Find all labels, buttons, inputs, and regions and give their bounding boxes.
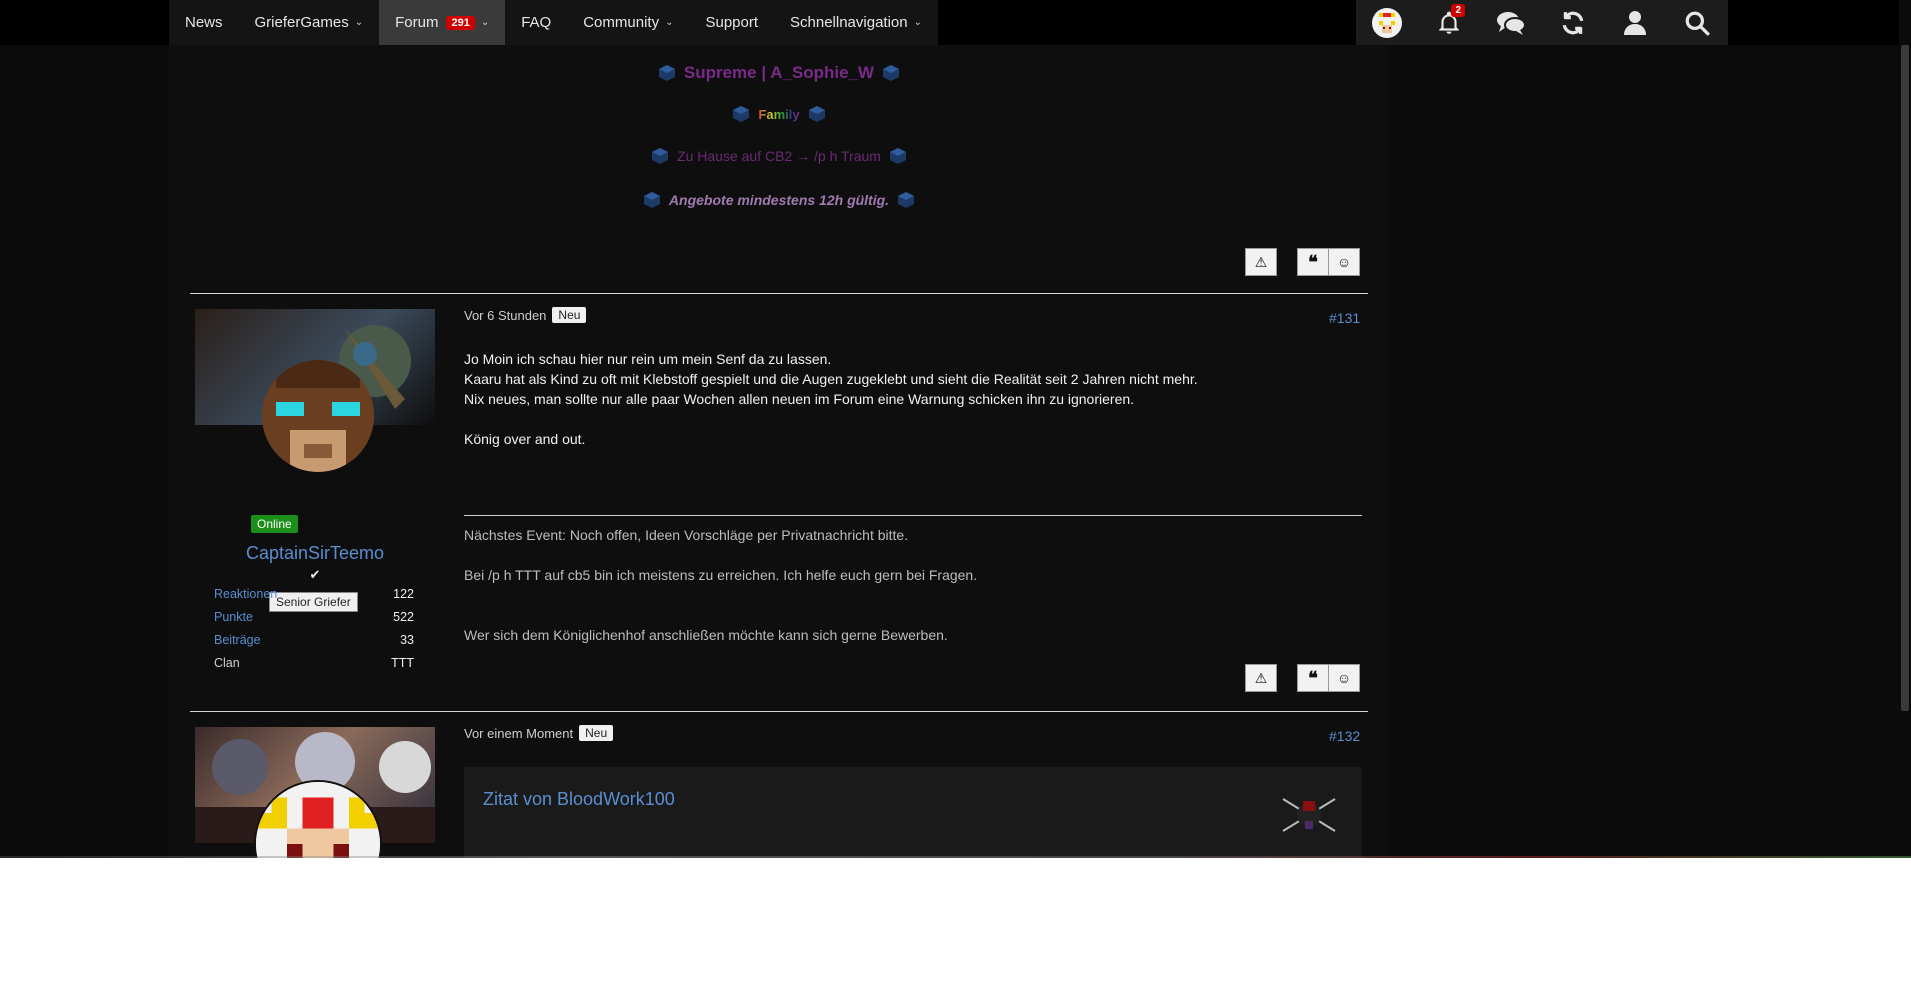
stat-label[interactable]: Punkte — [214, 610, 253, 624]
signature-line: Nächstes Event: Noch offen, Ideen Vorsch… — [464, 527, 909, 543]
user-panel: 2 — [1356, 0, 1728, 45]
post-text-line: Nix neues, man sollte nur alle paar Woch… — [464, 391, 1135, 407]
report-button[interactable]: ⚠ — [1245, 664, 1277, 692]
avatar-icon — [1372, 7, 1402, 38]
stat-value: 122 — [393, 587, 414, 601]
cube-icon — [733, 106, 750, 122]
post-number-link[interactable]: #131 — [1329, 310, 1360, 326]
quote-button[interactable]: ❝ — [1297, 248, 1329, 276]
cube-icon — [889, 148, 906, 164]
nav-forum[interactable]: Forum 291 ⌄ — [379, 0, 506, 45]
user-icon — [1624, 10, 1646, 35]
cube-icon — [658, 65, 675, 81]
prev-signature-line: Supreme | A_Sophie_W — [169, 63, 1389, 83]
stat-label[interactable]: Reaktionen — [214, 587, 277, 601]
signature-rank-text: Supreme | A_Sophie_W — [683, 63, 875, 82]
stat-label[interactable]: Beiträge — [214, 633, 261, 647]
post-divider — [190, 293, 1368, 294]
stat-beitraege: Beiträge 33 — [214, 633, 414, 647]
online-status-badge: Online — [251, 515, 298, 533]
warning-icon: ⚠ — [1254, 253, 1268, 270]
smiley-icon: ☺ — [1336, 254, 1352, 270]
quote-icon: ❝ — [1308, 667, 1318, 688]
notification-count-badge: 2 — [1451, 3, 1465, 17]
quote-block: Zitat von BloodWork100 — [464, 767, 1362, 858]
stat-label: Clan — [214, 656, 240, 670]
cube-icon — [883, 65, 900, 81]
verified-icon: ✔ — [309, 567, 321, 582]
chat-bubbles-icon — [1497, 11, 1526, 35]
post-time[interactable]: Vor einem Moment — [464, 726, 573, 741]
nav-news[interactable]: News — [169, 0, 239, 45]
signature-home-text: Zu Hause auf CB2 → /p h Traum — [677, 148, 881, 164]
notifications-button[interactable]: 2 — [1429, 3, 1469, 43]
top-navbar: News GrieferGames ⌄ Forum 291 ⌄ FAQ Communi… — [0, 0, 1911, 45]
signature-separator — [464, 515, 1362, 516]
avatar[interactable] — [262, 360, 374, 472]
quote-button[interactable]: ❝ — [1297, 664, 1329, 692]
forum-count-badge: 291 — [446, 15, 475, 30]
user-avatar-button[interactable] — [1367, 3, 1407, 43]
chevron-down-icon: ⌄ — [665, 17, 674, 28]
nav-support[interactable]: Support — [689, 0, 774, 45]
quote-icon: ❝ — [1308, 251, 1318, 272]
new-badge: Neu — [552, 307, 587, 323]
prev-signature-line: Zu Hause auf CB2 → /p h Traum — [169, 147, 1389, 165]
thread-content: Supreme | A_Sophie_W Family Zu Hause auf… — [169, 45, 1389, 858]
post-text-line: Kaaru hat als Kind zu oft mit Klebstoff … — [464, 371, 1198, 387]
signature-offer-text: Angebote mindestens 12h gültig. — [668, 192, 890, 208]
stat-value: 522 — [393, 610, 414, 624]
new-badge: Neu — [579, 725, 614, 741]
smiley-icon: ☺ — [1336, 670, 1352, 686]
reaction-button[interactable]: ☺ — [1328, 248, 1360, 276]
nav-griefergames[interactable]: GrieferGames ⌄ — [239, 0, 380, 45]
nav-schnellnavigation[interactable]: Schnellnavigation ⌄ — [774, 0, 938, 45]
post-divider — [190, 711, 1368, 712]
nav-community[interactable]: Community ⌄ — [567, 0, 689, 45]
cube-icon — [643, 192, 660, 208]
account-button[interactable] — [1615, 3, 1655, 43]
report-button[interactable]: ⚠ — [1245, 248, 1277, 276]
warning-icon: ⚠ — [1254, 669, 1268, 686]
refresh-icon — [1562, 11, 1584, 34]
cube-icon — [652, 148, 669, 164]
post-body: Jo Moin ich schau hier nur rein um mein … — [464, 349, 1344, 449]
author-name[interactable]: CaptainSirTeemo — [195, 543, 435, 564]
signature-line: Bei /p h TTT auf cb5 bin ich meistens zu… — [464, 567, 978, 583]
conversations-button[interactable] — [1491, 3, 1531, 43]
chevron-down-icon: ⌄ — [354, 17, 364, 28]
post-number-link[interactable]: #132 — [1329, 728, 1360, 744]
prev-signature-line: Angebote mindestens 12h gültig. — [169, 191, 1389, 209]
scrollbar-thumb[interactable] — [1901, 45, 1909, 711]
reaction-button[interactable]: ☺ — [1328, 664, 1360, 692]
stat-value: TTT — [391, 656, 414, 670]
chevron-down-icon: ⌄ — [480, 17, 490, 28]
search-button[interactable] — [1677, 3, 1717, 43]
stat-reaktionen: Reaktionen 122 — [214, 587, 414, 601]
main-navigation: News GrieferGames ⌄ Forum 291 ⌄ FAQ Communi… — [169, 0, 938, 45]
stat-value: 33 — [400, 633, 414, 647]
stat-punkte: Punkte 522 — [214, 610, 414, 624]
post-time[interactable]: Vor 6 Stunden — [464, 308, 546, 323]
post-text-line: König over and out. — [464, 431, 586, 447]
post-meta: Vor einem Moment Neu — [464, 725, 614, 741]
page-viewport: News GrieferGames ⌄ Forum 291 ⌄ FAQ Communi… — [0, 0, 1911, 858]
signature-line: Wer sich dem Königlichenhof anschließen … — [464, 627, 948, 643]
signature-family-text: Family — [758, 106, 800, 122]
cube-icon — [808, 106, 825, 122]
chevron-down-icon: ⌄ — [913, 17, 922, 28]
prev-signature-line: Family — [169, 105, 1389, 123]
stat-clan: Clan TTT — [214, 656, 414, 670]
quoted-user-avatar — [1282, 798, 1336, 832]
nav-faq[interactable]: FAQ — [505, 0, 567, 45]
quote-author-link[interactable]: Zitat von BloodWork100 — [483, 789, 675, 810]
post-text-line: Jo Moin ich schau hier nur rein um mein … — [464, 351, 832, 367]
refresh-button[interactable] — [1553, 3, 1593, 43]
render-edge-strip — [0, 856, 1911, 858]
cube-icon — [898, 192, 915, 208]
search-icon — [1685, 11, 1710, 35]
post-meta: Vor 6 Stunden Neu — [464, 307, 587, 323]
